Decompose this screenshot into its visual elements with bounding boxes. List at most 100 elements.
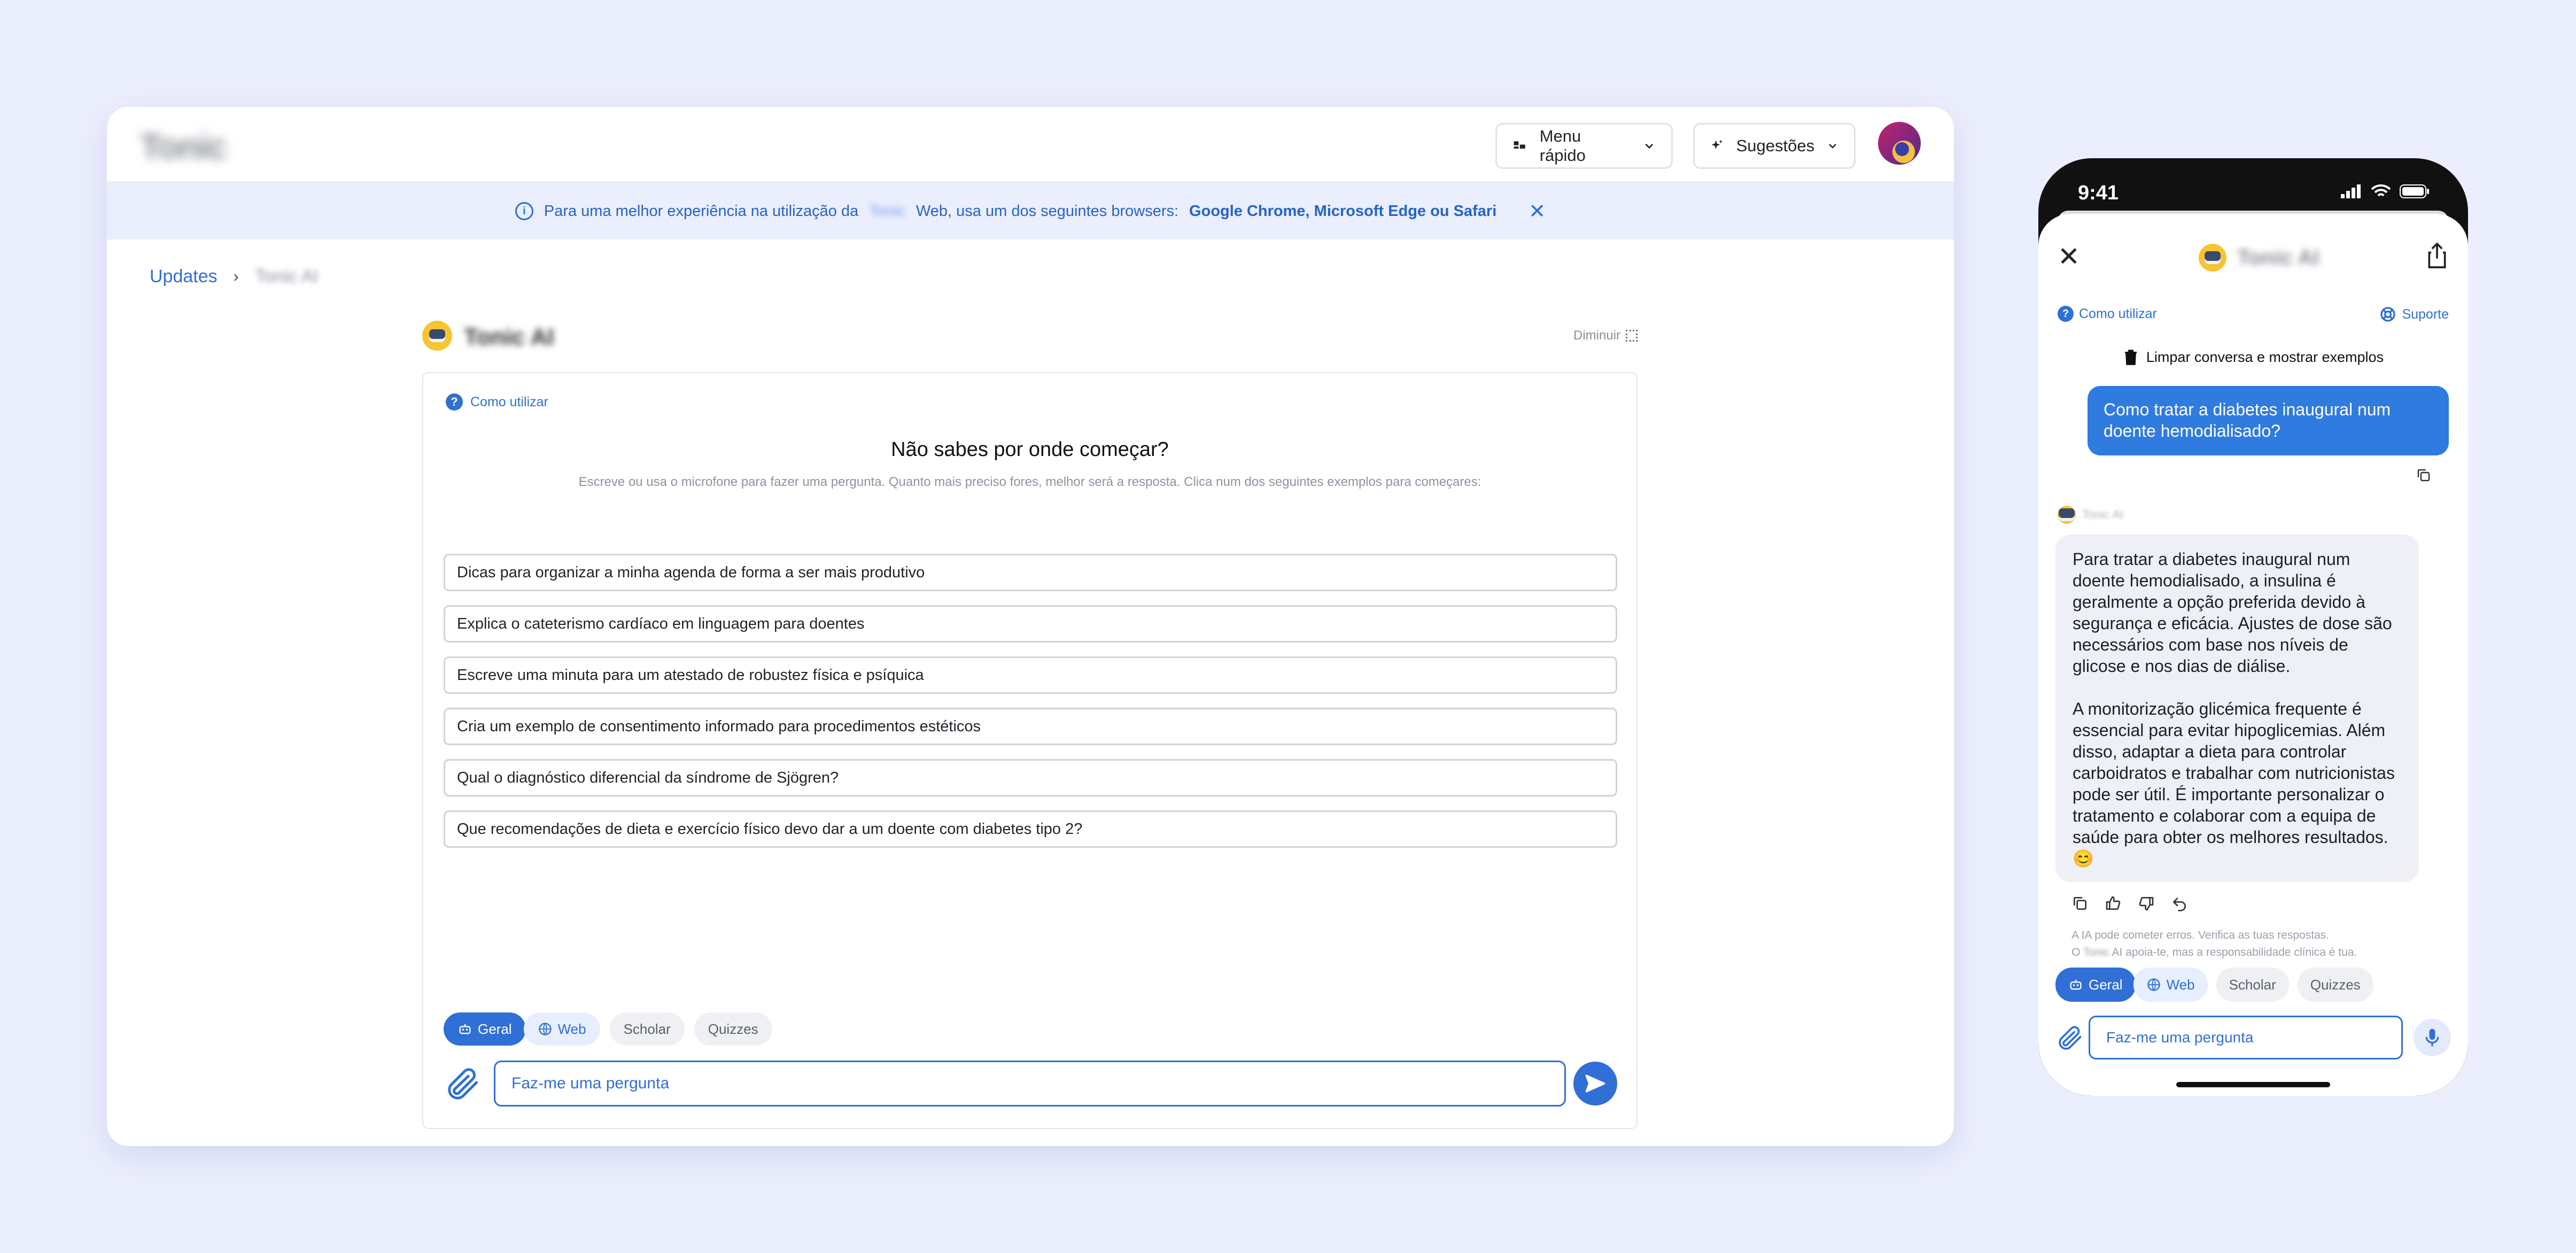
mobile-device: 9:41 ✕ Tonic AI ? Como utilizar Suporte bbox=[2038, 158, 2468, 1096]
example-prompts: Dicas para organizar a minha agenda de f… bbox=[444, 554, 1617, 862]
support-label: Suporte bbox=[2402, 306, 2449, 322]
help-icon: ? bbox=[2058, 306, 2074, 322]
copy-icon[interactable] bbox=[2071, 895, 2089, 912]
mobile-question-input[interactable] bbox=[2089, 1016, 2403, 1059]
mobile-mode-selector: Geral Web Scholar Quizzes bbox=[2055, 968, 2373, 1002]
clear-conversation-label: Limpar conversa e mostrar exemplos bbox=[2146, 349, 2384, 365]
regenerate-icon[interactable] bbox=[2171, 895, 2188, 912]
disclaimer-2a: O bbox=[2071, 946, 2081, 958]
mobile-mode-quizzes[interactable]: Quizzes bbox=[2297, 968, 2373, 1002]
breadcrumb: Updates › Tonic AI bbox=[150, 266, 319, 287]
copy-icon[interactable] bbox=[2416, 467, 2432, 483]
mobile-mode-quizzes-label: Quizzes bbox=[2310, 976, 2361, 993]
support-link[interactable]: Suporte bbox=[2379, 306, 2449, 323]
disclaimer: A IA pode cometer erros. Verifica as tua… bbox=[2071, 927, 2357, 961]
robot-icon bbox=[459, 1024, 471, 1034]
home-indicator bbox=[2176, 1082, 2330, 1087]
info-icon: i bbox=[515, 202, 533, 220]
example-prompt[interactable]: Qual o diagnóstico diferencial da síndro… bbox=[444, 759, 1617, 796]
mobile-screen: ✕ Tonic AI ? Como utilizar Suporte Limpa… bbox=[2038, 214, 2468, 1096]
mobile-mode-scholar[interactable]: Scholar bbox=[2216, 968, 2289, 1002]
example-prompt[interactable]: Explica o cateterismo cardíaco em lingua… bbox=[444, 605, 1617, 643]
paperclip-icon[interactable] bbox=[2055, 1021, 2085, 1055]
user-message: Como tratar a diabetes inaugural num doe… bbox=[2088, 386, 2449, 455]
top-bar: Tonic Menu rápido Sugestões bbox=[107, 107, 1954, 183]
example-prompt[interactable]: Dicas para organizar a minha agenda de f… bbox=[444, 554, 1617, 591]
mobile-title: Tonic AI bbox=[2199, 244, 2319, 272]
mode-web[interactable]: Web bbox=[523, 1012, 600, 1046]
minimize-button[interactable]: Diminuir bbox=[1573, 328, 1638, 343]
bot-name: Tonic AI bbox=[2082, 508, 2124, 521]
signal-icon bbox=[2341, 184, 2361, 198]
quick-menu-button[interactable]: Menu rápido bbox=[1495, 123, 1673, 169]
mobile-header: ✕ Tonic AI bbox=[2038, 235, 2468, 278]
send-button[interactable] bbox=[1573, 1062, 1617, 1105]
chevron-down-icon bbox=[1829, 144, 1836, 149]
mode-web-label: Web bbox=[557, 1020, 586, 1037]
disclaimer-line-2: O Tonic AI apoia-te, mas a responsabilid… bbox=[2071, 944, 2357, 961]
how-to-use-label: Como utilizar bbox=[470, 394, 548, 409]
how-to-use-link[interactable]: ? Como utilizar bbox=[446, 393, 548, 411]
example-prompt[interactable]: Escreve uma minuta para um atestado de r… bbox=[444, 656, 1617, 694]
composer bbox=[444, 1061, 1617, 1107]
clear-conversation-button[interactable]: Limpar conversa e mostrar exemplos bbox=[2038, 349, 2468, 366]
microphone-button[interactable] bbox=[2414, 1019, 2451, 1056]
mobile-mode-scholar-label: Scholar bbox=[2229, 976, 2276, 993]
grid-icon bbox=[1514, 141, 1525, 149]
close-icon[interactable]: ✕ bbox=[2058, 243, 2080, 270]
example-prompt[interactable]: Que recomendações de dieta e exercício f… bbox=[444, 810, 1617, 848]
lifebuoy-icon bbox=[2380, 307, 2396, 322]
user-avatar[interactable] bbox=[1878, 122, 1921, 165]
chevron-down-icon bbox=[1645, 143, 1654, 149]
bot-message: Para tratar a diabetes inaugural num doe… bbox=[2055, 535, 2419, 882]
mode-quizzes[interactable]: Quizzes bbox=[694, 1012, 772, 1046]
globe-icon bbox=[538, 1023, 552, 1035]
assistant-panel: ? Como utilizar Não sabes por onde começ… bbox=[422, 372, 1638, 1129]
mobile-mode-geral[interactable]: Geral bbox=[2055, 968, 2136, 1002]
banner-text-before: Para uma melhor experiência na utilizaçã… bbox=[544, 202, 859, 220]
send-icon bbox=[1585, 1074, 1605, 1093]
robot-icon bbox=[2058, 506, 2076, 524]
suggestions-label: Sugestões bbox=[1736, 136, 1815, 155]
mobile-links: ? Como utilizar Suporte bbox=[2058, 306, 2449, 327]
thumbs-down-icon[interactable] bbox=[2138, 895, 2155, 912]
status-icons bbox=[2341, 184, 2430, 199]
banner-browsers: Google Chrome, Microsoft Edge ou Safari bbox=[1189, 202, 1497, 220]
example-prompt[interactable]: Cria um exemplo de consentimento informa… bbox=[444, 708, 1617, 745]
mode-quizzes-label: Quizzes bbox=[708, 1020, 758, 1037]
suggestions-button[interactable]: Sugestões bbox=[1693, 123, 1856, 169]
mode-geral-label: Geral bbox=[478, 1020, 512, 1037]
chevron-right-icon: › bbox=[233, 267, 239, 285]
globe-icon bbox=[2147, 978, 2160, 991]
disclaimer-line-1: A IA pode cometer erros. Verifica as tua… bbox=[2071, 929, 2330, 941]
banner-brand: Tonic bbox=[869, 202, 905, 220]
assistant-name: Tonic AI bbox=[464, 324, 554, 350]
robot-icon bbox=[2199, 244, 2226, 272]
mobile-mode-geral-label: Geral bbox=[2089, 976, 2123, 993]
mobile-how-to-link[interactable]: ? Como utilizar bbox=[2058, 306, 2157, 322]
robot-icon bbox=[2070, 979, 2082, 990]
mobile-how-to-label: Como utilizar bbox=[2079, 306, 2157, 321]
mobile-mode-web-label: Web bbox=[2166, 976, 2195, 993]
disclaimer-brand: Tonic bbox=[2083, 946, 2109, 958]
mobile-title-text: Tonic AI bbox=[2237, 245, 2319, 269]
bot-label: Tonic AI bbox=[2058, 506, 2123, 524]
banner-close-icon[interactable]: ✕ bbox=[1528, 199, 1546, 223]
wifi-icon bbox=[2371, 184, 2391, 197]
robot-icon bbox=[422, 321, 452, 351]
question-input[interactable] bbox=[494, 1061, 1566, 1107]
empty-state-heading: Não sabes por onde começar? bbox=[891, 438, 1169, 461]
breadcrumb-updates[interactable]: Updates bbox=[150, 266, 218, 287]
desktop-window: Tonic Menu rápido Sugestões i Para uma m… bbox=[107, 107, 1954, 1146]
thumbs-up-icon[interactable] bbox=[2105, 895, 2122, 912]
mode-scholar[interactable]: Scholar bbox=[609, 1012, 685, 1046]
app-logo[interactable]: Tonic bbox=[140, 126, 227, 167]
quick-menu-label: Menu rápido bbox=[1539, 127, 1586, 165]
paperclip-icon[interactable] bbox=[444, 1063, 483, 1105]
minimize-label: Diminuir bbox=[1573, 328, 1620, 343]
mode-geral[interactable]: Geral bbox=[444, 1012, 526, 1046]
banner-text-after: Web, usa um dos seguintes browsers: bbox=[915, 202, 1179, 220]
share-icon[interactable] bbox=[2425, 242, 2449, 269]
help-icon: ? bbox=[446, 393, 463, 411]
mobile-mode-web[interactable]: Web bbox=[2133, 968, 2208, 1002]
